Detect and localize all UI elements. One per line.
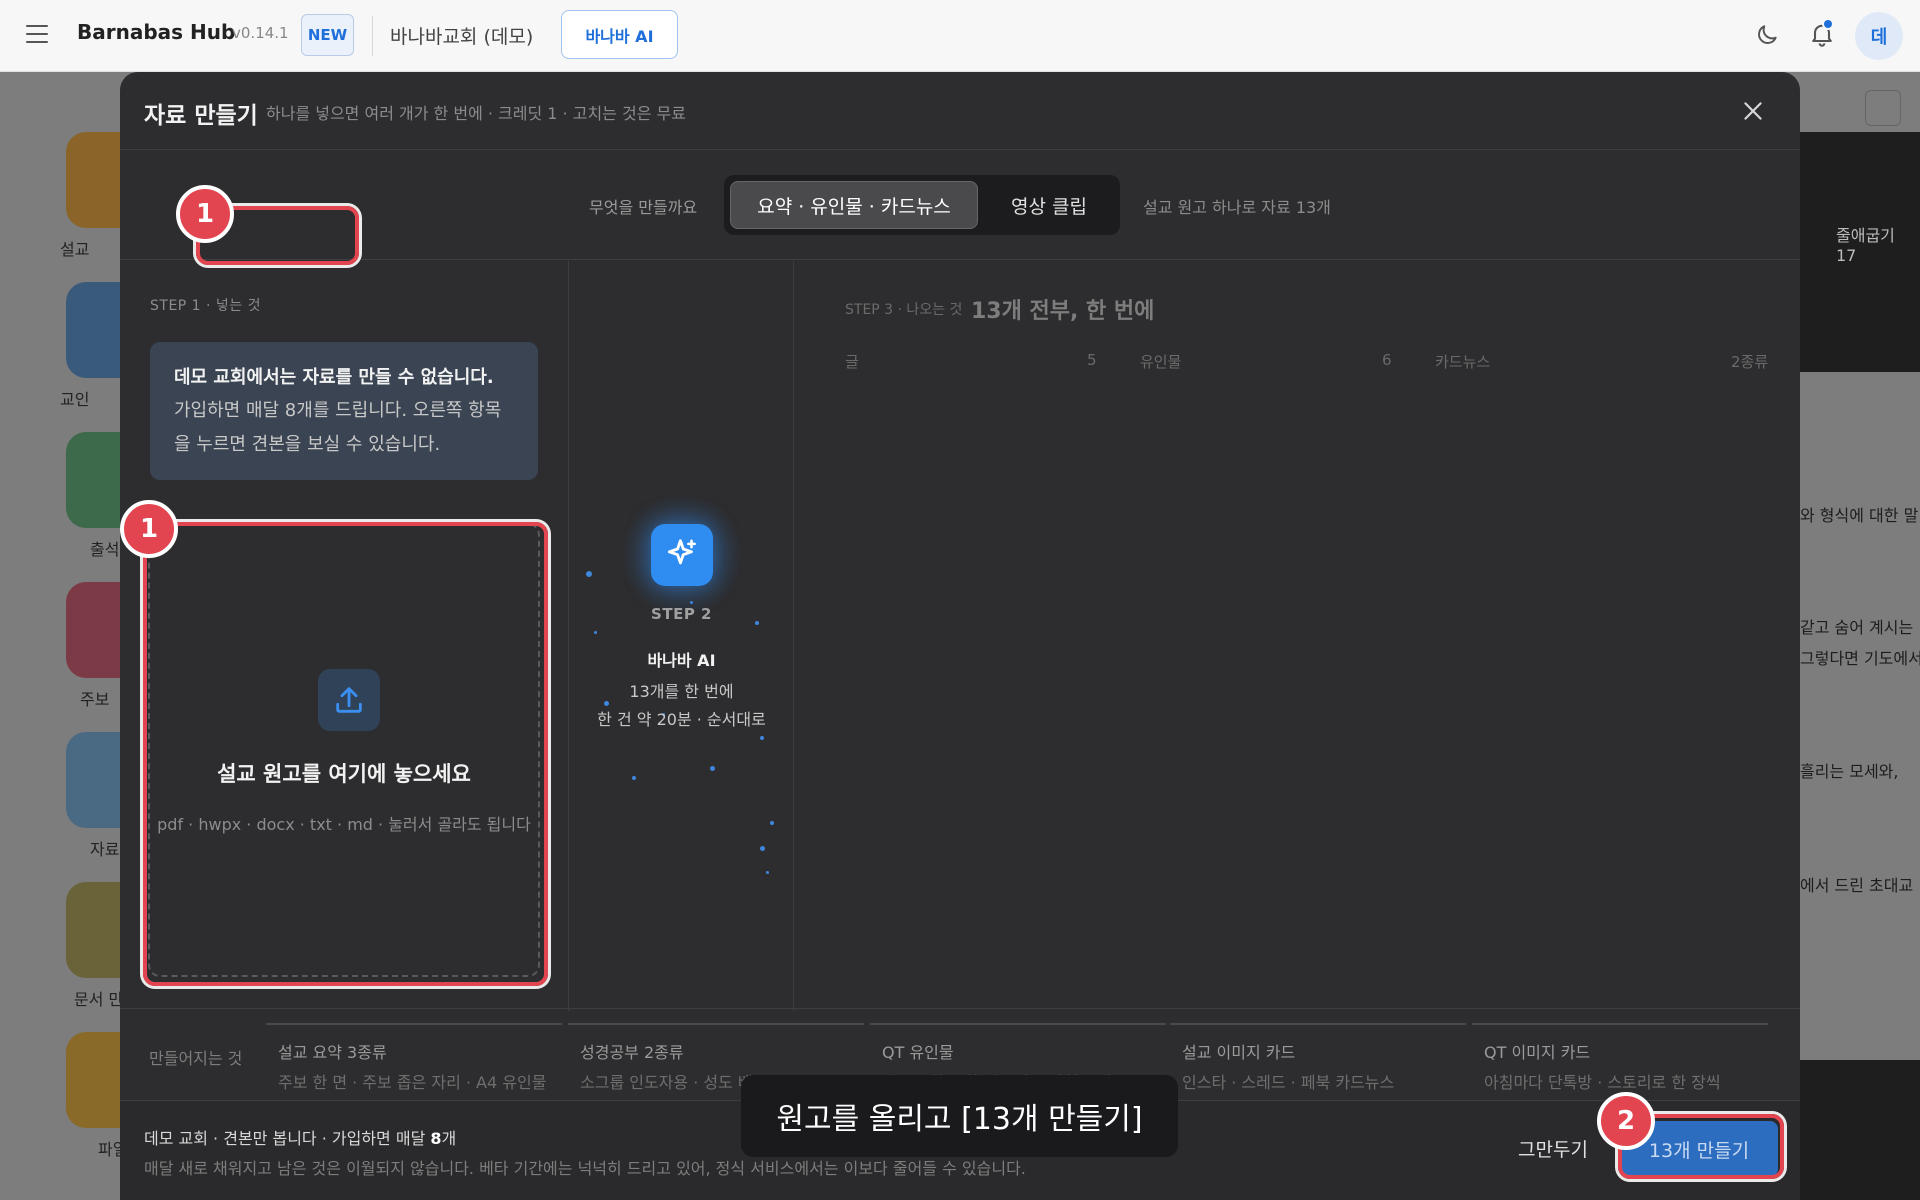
background-text: 흘리는 모세와, <box>1800 762 1899 781</box>
close-icon[interactable] <box>1740 98 1766 124</box>
panel-toggle-icon[interactable] <box>1865 90 1901 126</box>
step2-panel: STEP 2 바나바 AI 13개를 한 번에 한 건 약 20분 · 순서대로 <box>570 261 794 1011</box>
step2-line2: 한 건 약 20분 · 순서대로 <box>597 710 766 729</box>
output-title: 성경공부 2종류 <box>580 1043 684 1062</box>
output-count-cardnews: 2종류 <box>1731 353 1769 371</box>
output-item[interactable]: 설교 요약 3종류 주보 한 면 · 주보 좁은 자리 · A4 유인물 <box>266 1023 562 1093</box>
footer-quota-prefix: 데모 교회 · 견본만 봅니다 · 가입하면 매달 <box>144 1129 431 1148</box>
type-question: 무엇을 만들까요 <box>589 198 698 217</box>
sidebar-label: 교인 <box>60 390 90 409</box>
output-desc: 아침마다 단톡방 · 스토리로 한 장씩 <box>1484 1073 1721 1092</box>
output-label-cardnews[interactable]: 카드뉴스 <box>1435 351 1490 372</box>
type-note: 설교 원고 하나로 자료 13개 <box>1143 198 1331 217</box>
modal-header: 자료 만들기 하나를 넣으면 여러 개가 한 번에 · 크레딧 1 · 고치는 … <box>120 72 1800 150</box>
footer-quota-suffix: 개 <box>441 1129 457 1148</box>
background-text: 줄애굽기 17 <box>1836 226 1895 265</box>
footer-note: 매달 새로 채워지고 남은 것은 이월되지 않습니다. 베타 기간에는 넉넉히 … <box>144 1159 1026 1178</box>
type-selector-row: 무엇을 만들까요 요약 · 유인물 · 카드뉴스 영상 클립 설교 원고 하나로… <box>120 150 1800 260</box>
footer-quota: 데모 교회 · 견본만 봅니다 · 가입하면 매달 8개 <box>144 1125 456 1149</box>
step2-name: 바나바 AI <box>647 651 716 670</box>
step3-panel: STEP 3 · 나오는 것 13개 전부, 한 번에 글 5 유인물 6 카드… <box>795 261 1800 1011</box>
outputs-label: 만들어지는 것 <box>149 1049 243 1068</box>
step3-title: 13개 전부, 한 번에 <box>971 299 1155 324</box>
notice-text: 가입하면 매달 8개를 드립니다. 오른쪽 항목을 누르면 견본을 보실 수 있… <box>174 400 502 455</box>
tutorial-highlight-dropzone <box>143 522 548 986</box>
output-desc: 주보 한 면 · 주보 좁은 자리 · A4 유인물 <box>278 1073 547 1092</box>
app-version: v0.14.1 <box>232 24 289 42</box>
footer-quota-count: 8 <box>430 1129 442 1148</box>
church-name[interactable]: 바나바교회 (데모) <box>390 22 533 49</box>
particle <box>760 736 764 740</box>
type-option-summary[interactable]: 요약 · 유인물 · 카드뉴스 <box>730 181 978 229</box>
particle <box>766 871 769 874</box>
output-item[interactable]: QT 이미지 카드 아침마다 단톡방 · 스토리로 한 장씩 <box>1472 1023 1768 1093</box>
background-block <box>1790 1060 1920 1200</box>
output-title: QT 이미지 카드 <box>1484 1043 1591 1062</box>
particle <box>594 631 597 634</box>
menu-icon[interactable] <box>26 25 48 43</box>
sidebar-label: 설교 <box>60 240 90 259</box>
tutorial-marker: 2 <box>1597 1092 1655 1150</box>
particle <box>760 846 765 851</box>
background-text: 에서 드린 초대교 <box>1800 876 1914 895</box>
new-badge: NEW <box>301 14 354 56</box>
type-option-video[interactable]: 영상 클립 <box>982 181 1116 229</box>
notification-dot <box>1822 18 1834 30</box>
particle <box>632 776 636 780</box>
sidebar-label: 문서 만 <box>74 990 124 1009</box>
divider <box>372 16 373 56</box>
output-title: QT 유인물 <box>882 1043 954 1062</box>
tutorial-tooltip: 원고를 올리고 [13개 만들기] <box>741 1075 1178 1157</box>
sidebar-label: 자료 <box>90 840 120 859</box>
sidebar-label: 주보 <box>80 690 110 709</box>
particle <box>586 571 592 577</box>
notice-title: 데모 교회에서는 자료를 만들 수 없습니다. <box>174 367 494 388</box>
particle <box>770 821 774 825</box>
sidebar-label: 출석 <box>90 540 120 559</box>
tutorial-marker: 1 <box>120 500 178 558</box>
output-title: 설교 이미지 카드 <box>1182 1043 1296 1062</box>
brand-name: Barnabas Hub <box>77 20 236 44</box>
background-text: 그렇다면 기도에서 <box>1800 649 1920 668</box>
output-desc: 인스타 · 스레드 · 페북 카드뉴스 <box>1182 1073 1395 1092</box>
sparkle-icon <box>651 524 713 586</box>
step3-caption: STEP 3 · 나오는 것 <box>845 302 963 318</box>
modal-title: 자료 만들기 <box>144 103 258 129</box>
output-title: 설교 요약 3종류 <box>278 1043 387 1062</box>
output-label-text[interactable]: 글 <box>845 351 859 372</box>
tutorial-marker: 1 <box>176 185 234 243</box>
top-bar: Barnabas Hub v0.14.1 NEW 바나바교회 (데모) 바나바 … <box>0 0 1920 72</box>
type-segmented-control: 요약 · 유인물 · 카드뉴스 영상 클립 <box>724 175 1120 235</box>
output-label-handout[interactable]: 유인물 <box>1140 351 1181 372</box>
background-text: 와 형식에 대한 말 <box>1800 506 1919 525</box>
demo-notice: 데모 교회에서는 자료를 만들 수 없습니다. 가입하면 매달 8개를 드립니다… <box>150 342 538 480</box>
background-text: 같고 숨어 계시는 <box>1800 618 1914 637</box>
output-count-handout: 6 <box>1382 351 1392 369</box>
output-item[interactable]: 설교 이미지 카드 인스타 · 스레드 · 페북 카드뉴스 <box>1170 1023 1466 1093</box>
ai-button[interactable]: 바나바 AI <box>561 10 678 59</box>
particle <box>710 766 715 771</box>
step2-line1: 13개를 한 번에 <box>629 682 734 701</box>
step1-caption: STEP 1 · 넣는 것 <box>150 298 262 314</box>
avatar[interactable]: 데 <box>1855 12 1903 60</box>
moon-icon[interactable] <box>1754 22 1780 48</box>
output-count-text: 5 <box>1087 351 1097 369</box>
step2-caption: STEP 2 <box>651 605 712 623</box>
cancel-button[interactable]: 그만두기 <box>1518 1135 1588 1162</box>
modal-subtitle: 하나를 넣으면 여러 개가 한 번에 · 크레딧 1 · 고치는 것은 무료 <box>266 104 686 123</box>
